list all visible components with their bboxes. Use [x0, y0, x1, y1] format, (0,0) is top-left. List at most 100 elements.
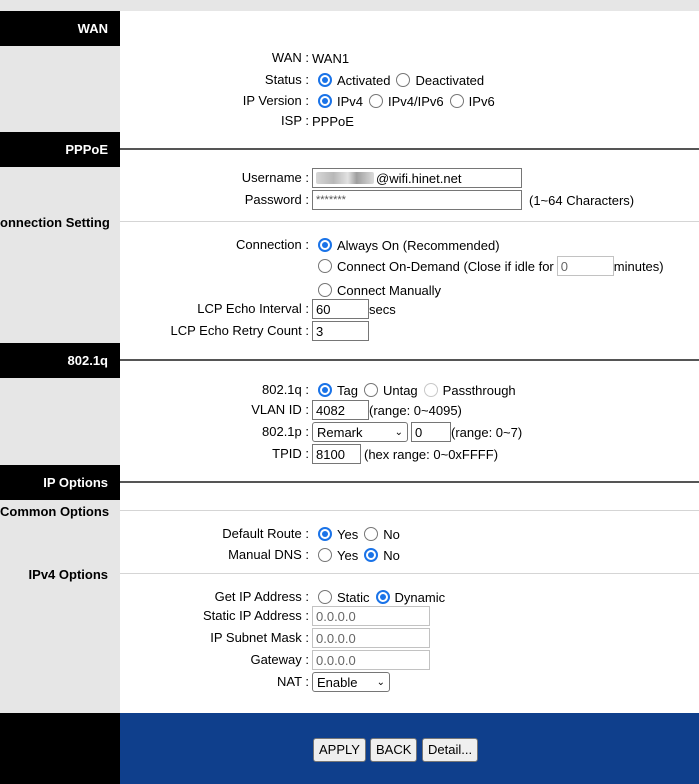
dot1q-tag-radio[interactable] [318, 383, 332, 397]
detail-button[interactable]: Detail... [422, 738, 479, 762]
lcp-interval-input[interactable]: 60 [312, 299, 369, 319]
dot1q-divider [120, 359, 699, 361]
static-ip-row: Static IP Address : 0.0.0.0 [120, 605, 699, 627]
get-ip-label: Get IP Address : [214, 589, 309, 604]
connection-row: Connection : Always On (Recommended) [120, 234, 699, 256]
section-pppoe-title: PPPoE [65, 142, 108, 157]
ip-version-label: IP Version : [242, 93, 309, 108]
default-route-no-radio[interactable] [364, 527, 379, 541]
section-wan-header: WAN [0, 11, 120, 46]
dot1p-value: 0 [415, 424, 423, 440]
connection-on-demand-radio[interactable] [318, 259, 332, 273]
lcp-retry-label: LCP Echo Retry Count : [170, 323, 310, 338]
dot1q-untag-radio[interactable] [363, 383, 378, 397]
gateway-input[interactable]: 0.0.0.0 [312, 650, 430, 670]
password-row: Password : ******* (1~64 Characters) [120, 189, 699, 211]
subnet-label: IP Subnet Mask : [210, 630, 309, 645]
static-ip-label: Static IP Address : [203, 608, 309, 623]
wan-value: WAN1 [312, 50, 350, 66]
ip-version-ipv4-radio[interactable] [318, 94, 332, 108]
tpid-input[interactable]: 8100 [312, 444, 361, 464]
lcp-retry-input[interactable]: 3 [312, 321, 369, 341]
dot1p-row: 802.1p : Remark ⌄ 0 (range: 0~7) [120, 421, 699, 443]
manual-dns-yes-radio[interactable] [318, 548, 332, 562]
section-ip-options-header: IP Options [0, 465, 120, 500]
lcp-interval-value: 60 [316, 301, 331, 317]
common-options-title: Common Options [0, 504, 110, 519]
ip-version-dual-radio[interactable] [369, 94, 384, 108]
ip-version-ipv6-radio[interactable] [449, 94, 464, 108]
subnet-input[interactable]: 0.0.0.0 [312, 628, 430, 648]
sidebar [0, 0, 120, 784]
username-value: @wifi.hinet.net [376, 170, 462, 186]
ip-version-ipv4-label: IPv4 [337, 93, 364, 109]
back-button[interactable]: BACK [370, 738, 418, 762]
common-options-divider [120, 510, 699, 511]
status-deactivated-label: Deactivated [415, 72, 485, 88]
gateway-label: Gateway : [250, 652, 309, 667]
ip-options-divider [120, 481, 699, 483]
lcp-interval-row: LCP Echo Interval : 60 secs [120, 298, 699, 320]
dot1q-row: 802.1q : Tag Untag Passthrough [120, 379, 699, 401]
idle-minutes-value: 0 [560, 258, 568, 274]
dot1p-range: (range: 0~7) [451, 424, 523, 440]
status-activated-radio[interactable] [318, 73, 332, 87]
footer-bar: APPLY BACK Detail... [120, 713, 699, 784]
tpid-value: 8100 [316, 446, 345, 462]
chevron-down-icon: ⌄ [376, 676, 385, 688]
apply-button[interactable]: APPLY [313, 738, 366, 762]
lcp-retry-value: 3 [316, 323, 324, 339]
dot1p-select[interactable]: Remark ⌄ [312, 422, 408, 442]
section-dot1q-title: 802.1q [67, 353, 108, 368]
ip-version-row: IP Version : IPv4 IPv4/IPv6 IPv6 [120, 90, 699, 112]
static-ip-input[interactable]: 0.0.0.0 [312, 606, 430, 626]
default-route-yes-radio[interactable] [318, 527, 332, 541]
username-input[interactable]: @wifi.hinet.net [312, 168, 522, 188]
manual-dns-no-label: No [383, 547, 400, 563]
dot1p-select-value: Remark [317, 424, 363, 440]
ipv4-options-divider [120, 573, 699, 574]
status-deactivated-radio[interactable] [396, 73, 411, 87]
connection-label: Connection : [236, 237, 309, 252]
section-pppoe-header: PPPoE [0, 132, 120, 167]
dot1p-input[interactable]: 0 [411, 422, 451, 442]
manual-dns-no-radio[interactable] [364, 548, 379, 562]
section-dot1q-header: 802.1q [0, 343, 120, 378]
connection-on-demand-label: Connect On-Demand (Close if idle for [337, 258, 554, 274]
status-row: Status : Activated Deactivated [120, 69, 699, 91]
nat-row: NAT : Enable ⌄ [120, 671, 699, 693]
isp-row: ISP : PPPoE [120, 110, 699, 132]
get-ip-dynamic-radio[interactable] [375, 590, 390, 604]
manual-dns-row: Manual DNS : Yes No [120, 544, 699, 566]
status-activated-label: Activated [337, 72, 391, 88]
tpid-row: TPID : 8100 (hex range: 0~0xFFFF) [120, 443, 699, 465]
static-ip-value: 0.0.0.0 [316, 608, 356, 624]
connection-always-on-radio[interactable] [318, 238, 332, 252]
status-label: Status : [264, 72, 309, 87]
username-label: Username : [241, 170, 309, 185]
section-ip-options-title: IP Options [43, 475, 108, 490]
idle-minutes-input[interactable]: 0 [556, 256, 614, 276]
wan-row: WAN : WAN1 [120, 47, 699, 69]
dot1q-passthrough-label: Passthrough [442, 382, 516, 398]
dot1q-untag-label: Untag [382, 382, 418, 398]
get-ip-dynamic-label: Dynamic [394, 589, 446, 605]
dot1q-passthrough-radio[interactable] [423, 383, 438, 397]
get-ip-static-radio[interactable] [318, 590, 332, 604]
username-row: Username : @wifi.hinet.net [120, 167, 699, 189]
tpid-range: (hex range: 0~0xFFFF) [364, 446, 499, 462]
vlan-id-input[interactable]: 4082 [312, 400, 369, 420]
connection-manual-radio[interactable] [318, 283, 332, 297]
nat-select[interactable]: Enable ⌄ [312, 672, 390, 692]
footer-left [0, 713, 120, 784]
pppoe-divider [120, 148, 699, 150]
vlan-id-value: 4082 [316, 402, 345, 418]
password-label: Password : [244, 192, 309, 207]
username-redacted [316, 172, 374, 184]
gateway-row: Gateway : 0.0.0.0 [120, 649, 699, 671]
password-input[interactable]: ******* [312, 190, 522, 210]
lcp-interval-unit: secs [369, 301, 396, 317]
default-route-row: Default Route : Yes No [120, 523, 699, 545]
manual-dns-yes-label: Yes [337, 547, 359, 563]
subnet-value: 0.0.0.0 [316, 630, 356, 646]
